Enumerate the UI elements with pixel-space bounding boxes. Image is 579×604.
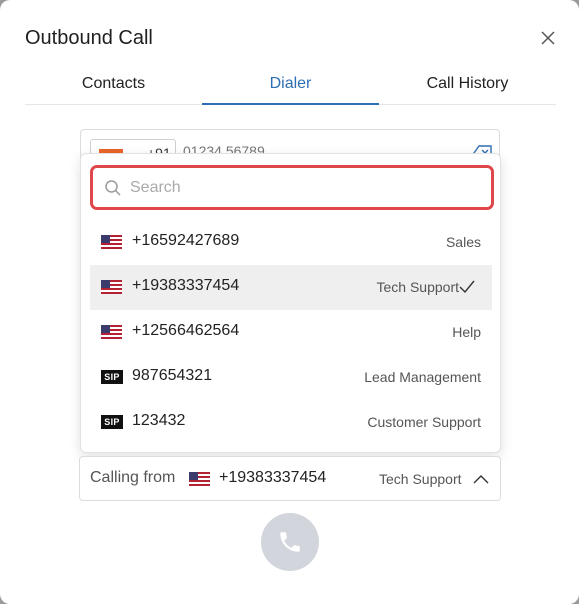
checkmark-icon xyxy=(459,280,475,294)
tab-contacts[interactable]: Contacts xyxy=(25,66,202,105)
us-flag-icon xyxy=(101,235,122,249)
sip-badge-icon: SIP xyxy=(101,370,123,384)
calling-from-selector[interactable]: Calling from +19383337454 Tech Support xyxy=(79,456,501,501)
caller-id-option-selected[interactable]: +19383337454 Tech Support xyxy=(90,265,492,310)
search-input[interactable] xyxy=(130,177,470,199)
caller-id-label: Lead Management xyxy=(364,369,481,385)
calling-from-label: Calling from xyxy=(90,469,176,486)
us-flag-icon xyxy=(101,280,122,294)
tab-dialer[interactable]: Dialer xyxy=(202,66,379,105)
caller-id-number: +12566462564 xyxy=(132,322,240,339)
search-icon xyxy=(105,180,121,196)
us-flag-icon xyxy=(101,325,122,339)
caller-id-label: Customer Support xyxy=(367,414,481,430)
calling-from-number: +19383337454 xyxy=(219,469,327,486)
close-button[interactable] xyxy=(538,28,558,48)
call-button[interactable] xyxy=(261,513,319,571)
dialog-title: Outbound Call xyxy=(25,27,153,49)
chevron-up-icon xyxy=(473,475,489,484)
caller-id-number: 987654321 xyxy=(132,367,213,384)
tab-call-history[interactable]: Call History xyxy=(379,66,556,105)
outbound-call-dialog: Outbound Call Contacts Dialer Call Histo… xyxy=(0,0,579,604)
close-icon xyxy=(541,31,555,45)
caller-id-number: +19383337454 xyxy=(132,277,240,294)
caller-id-option[interactable]: SIP 987654321 Lead Management xyxy=(90,355,492,400)
caller-id-label: Sales xyxy=(445,234,481,250)
calling-from-name: Tech Support xyxy=(379,471,462,487)
caller-id-option[interactable]: +16592427689 Sales xyxy=(90,220,492,265)
caller-id-number: 123432 xyxy=(132,412,186,429)
caller-id-option[interactable]: +12566462564 Help xyxy=(90,310,492,355)
caller-id-dropdown: +16592427689 Sales +19383337454 Tech Sup… xyxy=(80,153,501,453)
phone-icon xyxy=(280,532,300,552)
caller-id-label: Tech Support xyxy=(376,279,460,295)
us-flag-icon xyxy=(189,472,210,486)
caller-id-number: +16592427689 xyxy=(132,232,240,249)
sip-badge-icon: SIP xyxy=(101,415,123,429)
caller-id-option[interactable]: SIP 123432 Customer Support xyxy=(90,400,492,445)
tab-bar: Contacts Dialer Call History xyxy=(25,66,556,105)
search-box xyxy=(90,165,494,210)
caller-id-label: Help xyxy=(452,324,481,340)
